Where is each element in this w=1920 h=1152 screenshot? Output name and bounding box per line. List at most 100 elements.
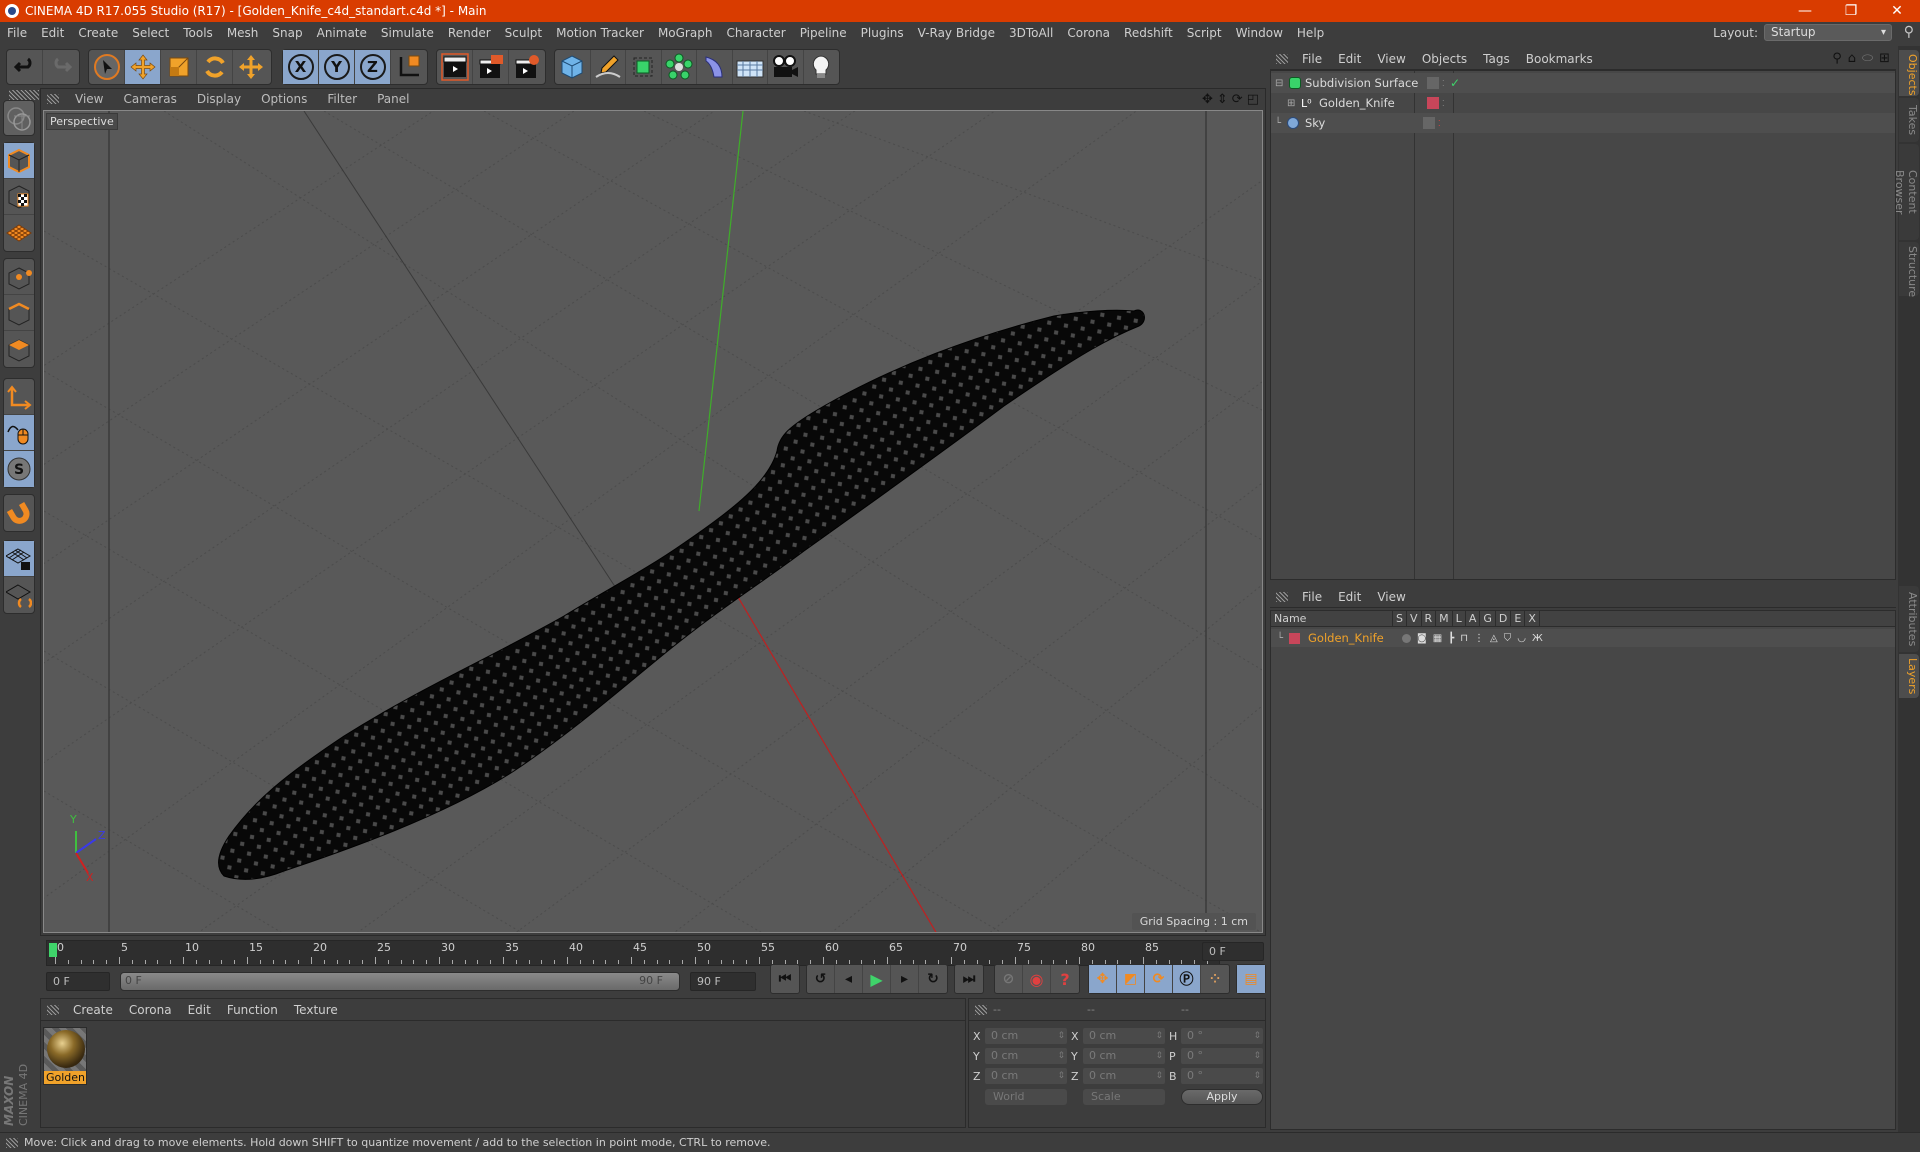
prev-frame-button[interactable]: ◂ bbox=[835, 965, 863, 993]
toolbar-grip[interactable] bbox=[9, 90, 39, 100]
menu-help[interactable]: Help bbox=[1290, 26, 1331, 40]
editor-visibility-icon[interactable] bbox=[1423, 117, 1435, 129]
tab-structure[interactable]: Structure bbox=[1899, 242, 1919, 297]
lock-icon[interactable]: ⊓ bbox=[1460, 633, 1468, 644]
magnet-button[interactable] bbox=[4, 495, 34, 531]
render-dot-icon[interactable]: ⁚ bbox=[1442, 79, 1450, 88]
animation-icon[interactable]: ⋮ bbox=[1474, 633, 1484, 644]
rot-h-field[interactable]: 0 ° bbox=[1181, 1028, 1263, 1044]
motion-record-button[interactable]: ⊘ bbox=[995, 965, 1023, 993]
menu-window[interactable]: Window bbox=[1229, 26, 1290, 40]
points-mode-button[interactable] bbox=[4, 259, 34, 295]
cloner-button[interactable] bbox=[662, 50, 697, 84]
size-z-field[interactable]: 0 cm bbox=[1083, 1068, 1165, 1084]
menu-script[interactable]: Script bbox=[1180, 26, 1229, 40]
search-icon[interactable]: ⚲ bbox=[1832, 51, 1842, 66]
object-name[interactable]: Golden_Knife bbox=[1319, 96, 1415, 110]
tab-objects[interactable]: Objects bbox=[1899, 50, 1919, 96]
layers-menu-file[interactable]: File bbox=[1294, 590, 1330, 604]
rotate-tool-button[interactable] bbox=[197, 50, 233, 84]
objects-menu-tags[interactable]: Tags bbox=[1475, 52, 1518, 66]
viewport-menu-options[interactable]: Options bbox=[251, 92, 317, 106]
cube-button[interactable] bbox=[555, 50, 591, 84]
render-dot-icon[interactable]: ⁚ bbox=[1442, 99, 1450, 108]
render-icon[interactable]: ▦ bbox=[1433, 633, 1442, 644]
next-key-button[interactable]: ↻ bbox=[919, 965, 947, 993]
viewport-menu-filter[interactable]: Filter bbox=[317, 92, 367, 106]
apply-button[interactable]: Apply bbox=[1181, 1089, 1263, 1105]
menu-3dtoall[interactable]: 3DToAll bbox=[1002, 26, 1060, 40]
viewport-menu-panel[interactable]: Panel bbox=[367, 92, 419, 106]
texture-mode-button[interactable] bbox=[4, 179, 34, 215]
viewport-menu-display[interactable]: Display bbox=[187, 92, 251, 106]
go-to-end-button[interactable]: ⏭ bbox=[955, 965, 983, 993]
panel-grip[interactable] bbox=[47, 94, 59, 104]
column-locked[interactable]: L bbox=[1453, 611, 1466, 626]
render-settings-button[interactable] bbox=[509, 50, 545, 84]
column-generators[interactable]: G bbox=[1480, 611, 1496, 626]
timeline-ruler[interactable]: 051015202530354045505560657075808590 bbox=[46, 940, 1223, 966]
pan-icon[interactable]: ✥ bbox=[1202, 92, 1213, 107]
object-row[interactable]: ⊟ Subdivision Surface ⁚ ✓ bbox=[1271, 73, 1895, 93]
end-frame-field[interactable]: 90 F bbox=[690, 972, 756, 991]
deformer-button[interactable] bbox=[697, 50, 733, 84]
maximize-icon[interactable]: ◰ bbox=[1247, 92, 1259, 107]
tweak-mode-button[interactable] bbox=[4, 415, 34, 451]
visible-icon[interactable]: ◙ bbox=[1417, 633, 1427, 644]
menu-tools[interactable]: Tools bbox=[176, 26, 220, 40]
panel-grip[interactable] bbox=[47, 1004, 59, 1015]
column-render[interactable]: R bbox=[1422, 611, 1437, 626]
z-axis-lock-button[interactable]: Z bbox=[355, 50, 391, 84]
menu-snap[interactable]: Snap bbox=[265, 26, 309, 40]
menu-plugins[interactable]: Plugins bbox=[854, 26, 911, 40]
object-row[interactable]: ⊞ L⁰ Golden_Knife ⁚ bbox=[1271, 93, 1895, 113]
pos-z-field[interactable]: 0 cm bbox=[985, 1068, 1067, 1084]
material-menu-texture[interactable]: Texture bbox=[286, 1003, 346, 1017]
objects-menu-view[interactable]: View bbox=[1369, 52, 1413, 66]
panel-grip[interactable] bbox=[975, 1004, 987, 1015]
menu-file[interactable]: File bbox=[0, 26, 34, 40]
objects-menu-objects[interactable]: Objects bbox=[1414, 52, 1475, 66]
tab-attributes[interactable]: Attributes bbox=[1899, 586, 1919, 652]
x-axis-lock-button[interactable]: X bbox=[283, 50, 319, 84]
move-tool-button[interactable] bbox=[125, 50, 161, 84]
y-axis-lock-button[interactable]: Y bbox=[319, 50, 355, 84]
redo-button[interactable] bbox=[43, 50, 79, 84]
prev-key-button[interactable]: ↺ bbox=[807, 965, 835, 993]
menu-character[interactable]: Character bbox=[719, 26, 792, 40]
menu-corona[interactable]: Corona bbox=[1060, 26, 1117, 40]
pen-button[interactable] bbox=[591, 50, 626, 84]
rot-p-field[interactable]: 0 ° bbox=[1181, 1048, 1263, 1064]
generators-icon[interactable]: ◬ bbox=[1490, 633, 1498, 644]
menu-render[interactable]: Render bbox=[441, 26, 498, 40]
collapse-icon[interactable]: ⊟ bbox=[1275, 78, 1285, 89]
menu-select[interactable]: Select bbox=[125, 26, 176, 40]
viewport-canvas[interactable]: Y Z X Perspective Grid Spacing : 1 cm bbox=[43, 110, 1263, 933]
key-point-level-button[interactable]: ⁘ bbox=[1201, 965, 1229, 993]
layers-menu-edit[interactable]: Edit bbox=[1330, 590, 1369, 604]
menu-motion-tracker[interactable]: Motion Tracker bbox=[549, 26, 651, 40]
render-view-button[interactable] bbox=[437, 50, 473, 84]
objects-menu-edit[interactable]: Edit bbox=[1330, 52, 1369, 66]
coordinate-space-select[interactable]: World bbox=[985, 1089, 1067, 1105]
workplane-rotate-button[interactable] bbox=[4, 577, 34, 613]
material-menu-corona[interactable]: Corona bbox=[121, 1003, 180, 1017]
column-view[interactable]: V bbox=[1407, 611, 1422, 626]
render-dot-icon[interactable]: ⁚ bbox=[1438, 119, 1446, 128]
panel-grip[interactable] bbox=[1276, 53, 1288, 64]
editor-visibility-icon[interactable] bbox=[1427, 77, 1439, 89]
layout-dropdown[interactable]: Startup bbox=[1764, 24, 1892, 41]
edges-mode-button[interactable] bbox=[4, 295, 34, 331]
new-window-icon[interactable]: ⊞ bbox=[1879, 51, 1890, 66]
rot-b-field[interactable]: 0 ° bbox=[1181, 1068, 1263, 1084]
column-xref[interactable]: X bbox=[1525, 611, 1540, 626]
material-menu-edit[interactable]: Edit bbox=[180, 1003, 219, 1017]
tab-content-browser[interactable]: Content Browser bbox=[1893, 144, 1919, 240]
pos-y-field[interactable]: 0 cm bbox=[985, 1048, 1067, 1064]
material-menu-function[interactable]: Function bbox=[219, 1003, 286, 1017]
timeline-button[interactable]: ▤ bbox=[1237, 965, 1265, 993]
layer-row[interactable]: └ Golden_Knife ◙ ▦ ┣ ⊓ ⋮ ◬ ⛉ ◡ Ж bbox=[1271, 629, 1895, 647]
play-button[interactable]: ▶ bbox=[863, 965, 891, 993]
object-name[interactable]: Sky bbox=[1305, 116, 1417, 130]
objects-menu-bookmarks[interactable]: Bookmarks bbox=[1518, 52, 1601, 66]
